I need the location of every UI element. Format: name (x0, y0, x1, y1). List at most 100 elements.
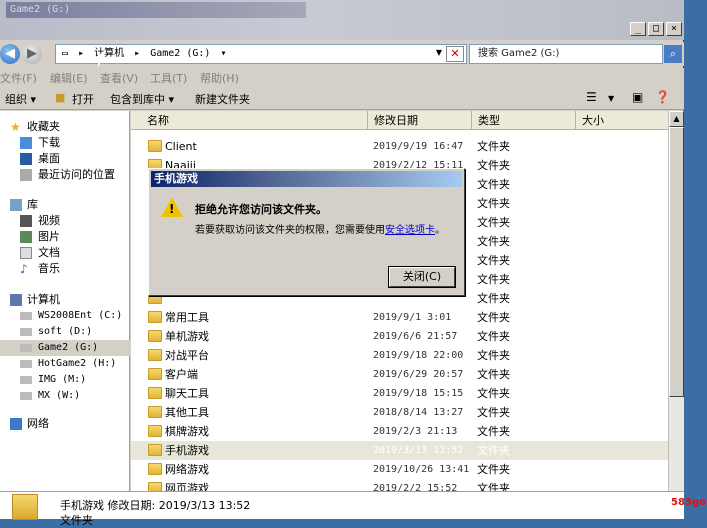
mouse-cursor (98, 54, 104, 68)
sidebar-item-drive-w[interactable]: MX (W:) (0, 388, 130, 404)
network-icon (10, 418, 22, 430)
star-icon: ★ (10, 120, 21, 134)
row-type: 文件夹 (477, 254, 510, 267)
row-name: 常用工具 (165, 311, 209, 324)
sidebar-favorites[interactable]: ★ 收藏夹 (0, 119, 130, 135)
chevron-down-icon[interactable]: ▼ (608, 94, 614, 103)
sidebar-computer[interactable]: 计算机 (0, 292, 130, 308)
folder-icon (12, 494, 38, 520)
organize-button[interactable]: 组织 ▾ (5, 91, 36, 107)
folder-icon (148, 330, 162, 342)
new-folder-button[interactable]: 新建文件夹 (195, 91, 250, 107)
table-row[interactable]: 对战平台 2019/9/18 22:00 文件夹 (131, 346, 668, 365)
videos-icon (20, 215, 32, 227)
drive-icon (20, 312, 32, 320)
sidebar-item-videos[interactable]: 视频 (0, 213, 130, 229)
open-button[interactable]: 打开 (72, 91, 94, 107)
command-toolbar: 组织 ▾ ■ 打开 包含到库中 ▾ 新建文件夹 ☰ ▼ ▣ ❓ (0, 86, 684, 110)
sidebar-item-drive-c[interactable]: WS2008Ent (C:) (0, 308, 130, 324)
details-type: 文件夹 (60, 514, 93, 527)
sidebar-item-recent[interactable]: 最近访问的位置 (0, 167, 130, 183)
sidebar-item-music[interactable]: ♪ 音乐 (0, 261, 130, 277)
music-icon: ♪ (20, 262, 28, 276)
scroll-thumb[interactable] (669, 127, 684, 397)
row-date: 2019/6/6 21:57 (373, 331, 458, 342)
table-row[interactable]: 棋牌游戏 2019/2/3 21:13 文件夹 (131, 422, 668, 441)
table-row[interactable]: 客户端 2019/6/29 20:57 文件夹 (131, 365, 668, 384)
row-type: 文件夹 (477, 140, 510, 153)
sidebar-item-drive-h[interactable]: HotGame2 (H:) (0, 356, 130, 372)
computer-icon: ▭ (62, 48, 69, 59)
details-summary: 手机游戏 修改日期: 2019/3/13 13:52 (60, 499, 251, 512)
sidebar-item-pictures[interactable]: 图片 (0, 229, 130, 245)
table-row[interactable]: Client 2019/9/19 16:47 文件夹 (131, 137, 668, 156)
column-date[interactable]: 修改日期 (368, 111, 472, 130)
vertical-scrollbar[interactable]: ▲ (668, 111, 684, 491)
address-bar[interactable]: ▭ ▸ 计算机 ▸ Game2 (G:) ▾ ▼ ✕ (55, 44, 467, 64)
table-row[interactable]: 常用工具 2019/9/1 3:01 文件夹 (131, 308, 668, 327)
sidebar-item-drive-g[interactable]: Game2 (G:) (0, 340, 130, 356)
row-name: Client (165, 140, 197, 153)
scroll-up-button[interactable]: ▲ (669, 111, 684, 127)
drive-icon (20, 360, 32, 368)
sidebar-item-desktop[interactable]: 桌面 (0, 151, 130, 167)
sidebar-item-downloads[interactable]: 下载 (0, 135, 130, 151)
sidebar-libraries[interactable]: 库 (0, 197, 130, 213)
chevron-down-icon[interactable]: ▾ (220, 48, 226, 59)
row-type: 文件夹 (477, 482, 510, 491)
row-type: 文件夹 (477, 406, 510, 419)
row-name: 其他工具 (165, 406, 209, 419)
row-type: 文件夹 (477, 273, 510, 286)
recent-places-icon (20, 169, 32, 181)
help-icon[interactable]: ❓ (655, 90, 670, 104)
folder-icon (148, 387, 162, 399)
row-date: 2019/10/26 13:41 (373, 464, 470, 475)
column-size[interactable]: 大小 (576, 111, 668, 130)
address-history-dropdown[interactable]: ▼ (436, 48, 442, 57)
back-button[interactable]: ◀ (0, 44, 20, 64)
table-row[interactable]: 聊天工具 2019/9/18 15:15 文件夹 (131, 384, 668, 403)
row-type: 文件夹 (477, 330, 510, 343)
folder-icon (148, 463, 162, 475)
table-row[interactable]: 网页游戏 2019/2/2 15:52 文件夹 (131, 479, 668, 491)
details-pane: 手机游戏 修改日期: 2019/3/13 13:52 文件夹 (0, 491, 684, 527)
include-in-library-button[interactable]: 包含到库中 ▾ (110, 91, 174, 107)
view-options-icon[interactable]: ☰ (586, 90, 597, 104)
close-button[interactable]: × (666, 22, 682, 36)
forward-button[interactable]: ▶ (22, 44, 42, 64)
column-type[interactable]: 类型 (472, 111, 576, 130)
search-icon[interactable]: ⌕ (664, 45, 682, 63)
menu-tools[interactable]: 工具(T) (150, 70, 187, 86)
security-tab-link[interactable]: 安全选项卡 (385, 225, 435, 236)
sidebar-item-drive-m[interactable]: IMG (M:) (0, 372, 130, 388)
window-title: Game2 (G:) (6, 2, 306, 18)
sidebar-network[interactable]: 网络 (0, 416, 130, 432)
sidebar-item-drive-d[interactable]: soft (D:) (0, 324, 130, 340)
table-row[interactable]: 单机游戏 2019/6/6 21:57 文件夹 (131, 327, 668, 346)
maximize-button[interactable]: □ (648, 22, 664, 36)
dialog-detail: 若要获取访问该文件夹的权限，您需要使用安全选项卡。 (195, 225, 445, 236)
dialog-title: 手机游戏 (151, 171, 462, 187)
table-row[interactable]: 网络游戏 2019/10/26 13:41 文件夹 (131, 460, 668, 479)
sidebar-item-documents[interactable]: 文档 (0, 245, 130, 261)
row-type: 文件夹 (477, 349, 510, 362)
table-row[interactable]: 手机游戏 2019/3/13 13:52 文件夹 (131, 441, 668, 460)
row-name: 单机游戏 (165, 330, 209, 343)
row-type: 文件夹 (477, 444, 510, 457)
stop-button[interactable]: ✕ (446, 46, 464, 62)
preview-pane-icon[interactable]: ▣ (632, 90, 643, 104)
row-type: 文件夹 (477, 292, 510, 305)
menu-view[interactable]: 查看(V) (100, 70, 138, 86)
row-date: 2019/2/2 15:52 (373, 483, 458, 491)
dialog-close-button[interactable]: 关闭(C) (388, 266, 456, 288)
table-row[interactable]: 其他工具 2018/8/14 13:27 文件夹 (131, 403, 668, 422)
column-name[interactable]: 名称 (131, 111, 368, 130)
menu-help[interactable]: 帮助(H) (200, 70, 239, 86)
breadcrumb-drive[interactable]: Game2 (G:) (150, 48, 210, 59)
documents-icon (20, 247, 32, 259)
minimize-button[interactable]: _ (630, 22, 646, 36)
menu-file[interactable]: 文件(F) (0, 70, 37, 86)
menu-edit[interactable]: 编辑(E) (50, 70, 88, 86)
folder-icon (148, 311, 162, 323)
search-input[interactable]: 搜索 Game2 (G:) (469, 44, 663, 64)
